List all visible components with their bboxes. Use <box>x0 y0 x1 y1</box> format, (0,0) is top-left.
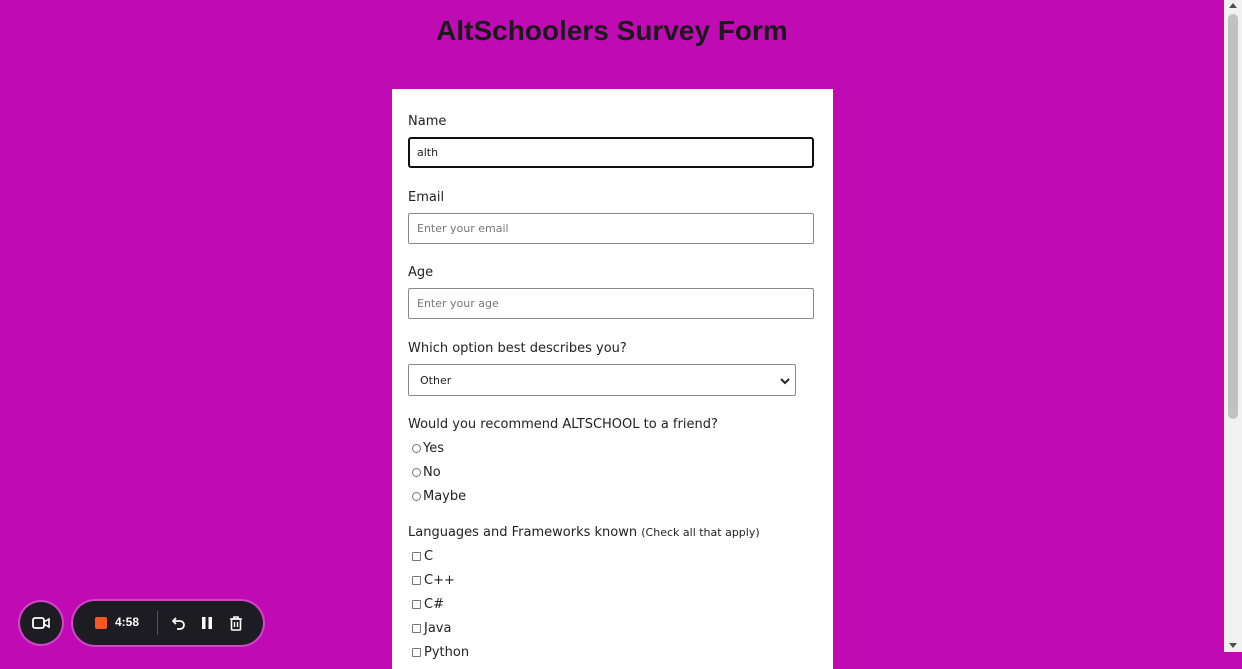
trash-icon[interactable] <box>227 614 245 632</box>
name-input[interactable] <box>408 137 814 168</box>
camera-button[interactable] <box>20 602 62 644</box>
language-option-c[interactable]: C <box>412 548 433 564</box>
stop-icon[interactable] <box>95 617 107 629</box>
checkbox[interactable] <box>412 551 421 561</box>
checkbox[interactable] <box>412 647 421 657</box>
pause-icon[interactable] <box>198 614 216 632</box>
role-label: Which option best describes you? <box>408 341 627 356</box>
languages-note: (Check all that apply) <box>641 526 760 539</box>
scroll-up-arrow-icon[interactable] <box>1229 3 1237 8</box>
recommend-label: Would you recommend ALTSCHOOL to a frien… <box>408 417 718 432</box>
chevron-down-icon <box>780 378 790 385</box>
radio-button[interactable] <box>412 443 421 453</box>
checkbox[interactable] <box>412 575 421 585</box>
language-option-cpp[interactable]: C++ <box>412 572 455 588</box>
recording-timer: 4:58 <box>115 615 140 629</box>
undo-icon[interactable] <box>169 614 187 632</box>
name-label: Name <box>408 114 447 129</box>
checkbox[interactable] <box>412 599 421 609</box>
languages-label: Languages and Frameworks known (Check al… <box>408 525 760 540</box>
recommend-option-no[interactable]: No <box>412 464 441 480</box>
age-input[interactable] <box>408 288 814 319</box>
email-label: Email <box>408 190 445 205</box>
recording-toolbar: 4:58 <box>73 601 263 645</box>
language-option-java[interactable]: Java <box>412 620 451 636</box>
role-select[interactable]: Other <box>408 364 796 396</box>
radio-button[interactable] <box>412 467 421 477</box>
survey-form: Name Email Age Which option best describ… <box>392 89 833 669</box>
recommend-option-maybe[interactable]: Maybe <box>412 488 466 504</box>
age-label: Age <box>408 265 434 280</box>
checkbox[interactable] <box>412 623 421 633</box>
language-option-python[interactable]: Python <box>412 644 469 660</box>
camera-icon <box>32 617 50 629</box>
scroll-thumb[interactable] <box>1228 14 1238 419</box>
role-select-value: Other <box>420 374 452 387</box>
toolbar-divider <box>157 611 158 635</box>
scroll-down-arrow-icon[interactable] <box>1229 643 1237 648</box>
recommend-option-yes[interactable]: Yes <box>412 440 444 456</box>
page-title: AltSchoolers Survey Form <box>436 15 788 46</box>
language-option-csharp[interactable]: C# <box>412 596 444 612</box>
page-scrollbar[interactable] <box>1224 0 1242 652</box>
radio-button[interactable] <box>412 491 421 501</box>
email-input[interactable] <box>408 213 814 244</box>
